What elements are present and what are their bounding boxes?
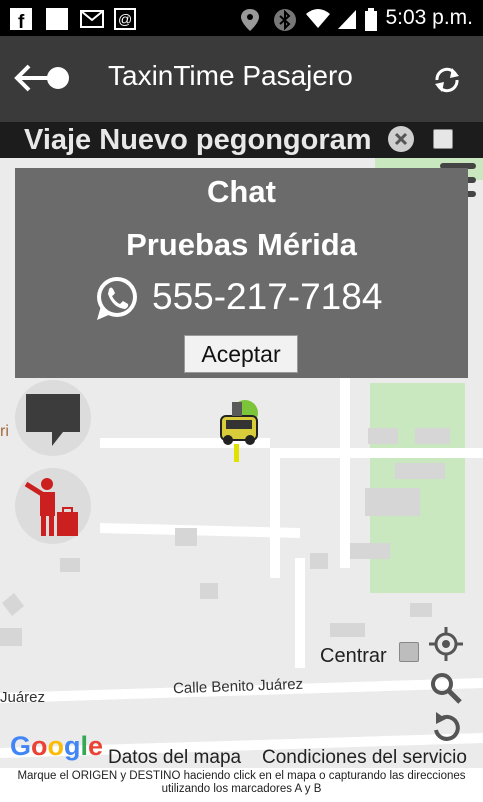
instructions-text: Marque el ORIGEN y DESTINO haciendo clic… xyxy=(0,768,483,802)
battery-icon xyxy=(365,8,377,31)
taxi-marker-icon[interactable] xyxy=(212,398,264,466)
trip-label: Viaje Nuevo pegongoram xyxy=(24,124,372,156)
whatsapp-icon[interactable] xyxy=(91,272,143,324)
signal-icon xyxy=(338,10,356,29)
notification-icon xyxy=(46,8,68,30)
my-location-icon[interactable] xyxy=(428,626,464,662)
search-icon[interactable] xyxy=(428,670,464,706)
terms-link[interactable]: Condiciones del servicio xyxy=(262,747,467,769)
trip-checkbox[interactable] xyxy=(433,129,453,149)
map-data-link[interactable]: Datos del mapa xyxy=(108,747,241,769)
facebook-icon: f xyxy=(10,8,32,30)
bluetooth-icon xyxy=(274,9,296,31)
refresh-icon[interactable] xyxy=(432,64,462,96)
centrar-checkbox[interactable] xyxy=(399,642,419,662)
accept-button[interactable]: Aceptar xyxy=(184,335,298,373)
reload-icon[interactable] xyxy=(428,710,464,746)
hail-taxi-button[interactable] xyxy=(15,468,91,544)
street-edge-text: ri xyxy=(0,423,9,440)
driver-phone[interactable]: 555-217-7184 xyxy=(152,276,382,318)
google-logo: Google xyxy=(10,731,104,761)
app-bar: TaxinTime Pasajero xyxy=(0,36,483,122)
street-label-juarez: Juárez xyxy=(0,689,46,706)
at-icon: @ xyxy=(114,8,136,30)
mail-icon xyxy=(80,10,104,28)
clock: 5:03 p.m. xyxy=(385,6,473,29)
hail-taxi-icon xyxy=(24,478,78,536)
status-bar: f @ 5:03 p.m. xyxy=(0,0,483,36)
dialog-title: Chat xyxy=(207,174,276,209)
chat-button[interactable] xyxy=(15,380,91,456)
svg-text:@: @ xyxy=(118,11,132,27)
driver-name: Pruebas Mérida xyxy=(126,227,357,262)
centrar-label: Centrar xyxy=(320,645,387,667)
location-icon xyxy=(241,9,259,31)
wifi-icon xyxy=(306,9,330,28)
app-title: TaxinTime Pasajero xyxy=(108,60,353,91)
trip-bar: Viaje Nuevo pegongoram xyxy=(0,122,483,158)
svg-text:f: f xyxy=(18,12,25,30)
back-icon[interactable] xyxy=(13,62,71,94)
chat-icon xyxy=(26,394,80,446)
close-icon[interactable] xyxy=(387,125,415,153)
